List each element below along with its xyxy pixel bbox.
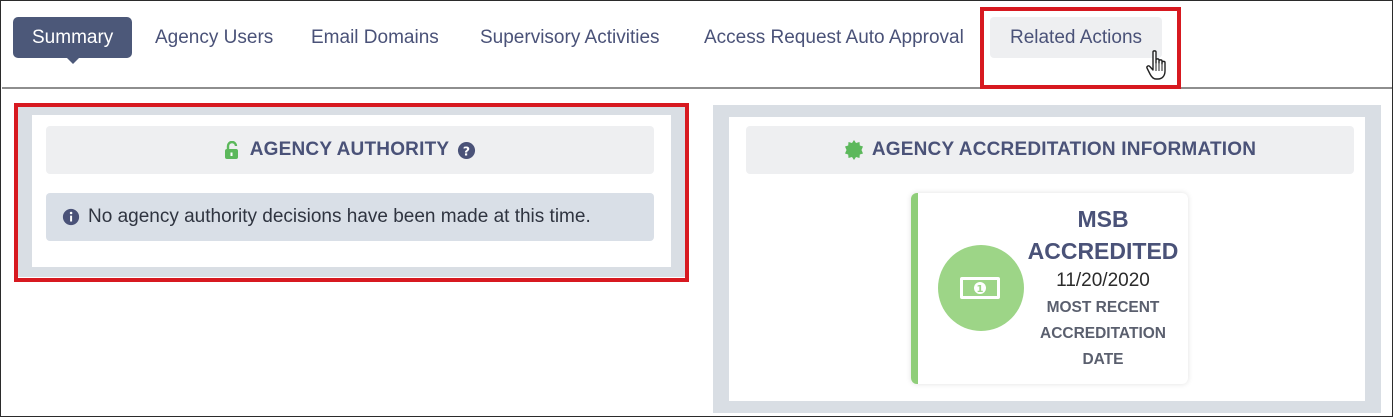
- tab-bar: Summary Agency Users Email Domains Super…: [2, 2, 1392, 89]
- accreditation-status: ACCREDITED: [1027, 238, 1179, 264]
- tab-agency-users[interactable]: Agency Users: [136, 17, 292, 58]
- accreditation-caption-line3: DATE: [1082, 351, 1124, 368]
- unlock-icon: [224, 140, 238, 159]
- no-decisions-message: No agency authority decisions have been …: [46, 193, 654, 241]
- accreditation-line1: MSB: [1077, 206, 1129, 232]
- accreditation-header: AGENCY ACCREDITATION INFORMATION: [746, 126, 1354, 174]
- info-circle-icon: [62, 208, 80, 226]
- svg-text:?: ?: [463, 144, 470, 158]
- hand-cursor-icon: [1146, 50, 1166, 80]
- accreditation-card-text: MSB ACCREDITED 11/20/2020 MOST RECENT AC…: [1008, 203, 1188, 373]
- accreditation-caption-line1: MOST RECENT: [1046, 299, 1160, 316]
- certificate-icon: [844, 140, 863, 160]
- no-decisions-text: No agency authority decisions have been …: [88, 206, 591, 227]
- accreditation-card: 1 MSB ACCREDITED 11/20/2020 MOST RECENT …: [911, 193, 1188, 384]
- question-circle-icon[interactable]: ?: [457, 141, 476, 160]
- tab-access-request-auto-approval[interactable]: Access Request Auto Approval: [685, 17, 983, 58]
- accreditation-date: 11/20/2020: [1056, 270, 1150, 291]
- agency-authority-title: AGENCY AUTHORITY: [249, 139, 450, 160]
- svg-text:1: 1: [977, 284, 984, 295]
- tab-summary[interactable]: Summary: [13, 17, 133, 64]
- tab-email-domains[interactable]: Email Domains: [292, 17, 458, 58]
- page-frame: Summary Agency Users Email Domains Super…: [0, 0, 1393, 417]
- tab-supervisory-activities[interactable]: Supervisory Activities: [461, 17, 679, 58]
- accreditation-caption-line2: ACCREDITATION: [1040, 325, 1166, 342]
- accreditation-title: AGENCY ACCREDITATION INFORMATION: [871, 139, 1257, 160]
- agency-authority-header: AGENCY AUTHORITY ?: [46, 126, 654, 174]
- tab-related-actions[interactable]: Related Actions: [990, 17, 1162, 58]
